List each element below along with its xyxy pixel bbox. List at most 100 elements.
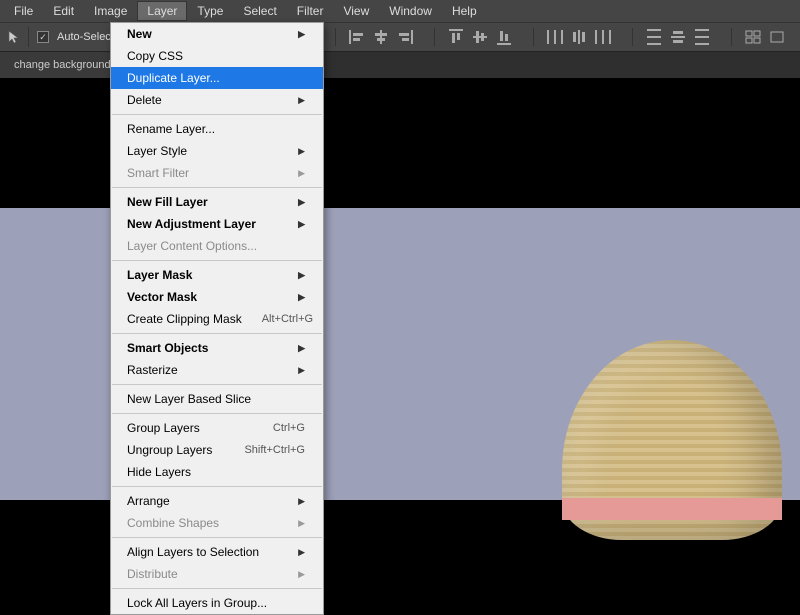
menu-item-label: Distribute — [127, 567, 178, 581]
menu-item-arrange[interactable]: Arrange ▶ — [111, 490, 323, 512]
menu-item-label: Layer Mask — [127, 268, 192, 282]
menu-item-label: Group Layers — [127, 421, 200, 435]
distribute-v-center-icon[interactable] — [669, 28, 687, 46]
auto-select-checkbox[interactable]: ✓ — [37, 31, 49, 43]
separator — [28, 27, 29, 47]
menu-filter[interactable]: Filter — [287, 1, 334, 21]
submenu-arrow-icon: ▶ — [298, 292, 305, 303]
menu-separator — [112, 333, 322, 334]
menu-item-hide-layers[interactable]: Hide Layers — [111, 461, 323, 483]
menu-image[interactable]: Image — [84, 1, 137, 21]
submenu-arrow-icon: ▶ — [298, 95, 305, 106]
submenu-arrow-icon: ▶ — [298, 343, 305, 354]
distribute-h-center-icon[interactable] — [570, 28, 588, 46]
menu-file[interactable]: File — [4, 1, 43, 21]
submenu-arrow-icon: ▶ — [298, 365, 305, 376]
align-left-icon[interactable] — [348, 28, 366, 46]
menu-item-new[interactable]: New▶ — [111, 23, 323, 45]
menu-separator — [112, 114, 322, 115]
auto-select-label: Auto-Select: — [57, 31, 117, 43]
menu-item-new-adjustment-layer[interactable]: New Adjustment Layer ▶ — [111, 213, 323, 235]
submenu-arrow-icon: ▶ — [298, 219, 305, 230]
menu-item-duplicate-layer[interactable]: Duplicate Layer... — [111, 67, 323, 89]
menu-separator — [112, 588, 322, 589]
menu-item-label: Lock All Layers in Group... — [127, 596, 267, 610]
menubar: FileEditImageLayerTypeSelectFilterViewWi… — [0, 0, 800, 22]
menu-item-label: Arrange — [127, 494, 170, 508]
menu-view[interactable]: View — [333, 1, 379, 21]
menu-item-group-layers[interactable]: Group Layers Ctrl+G — [111, 417, 323, 439]
menu-item-label: Combine Shapes — [127, 516, 219, 530]
submenu-arrow-icon: ▶ — [298, 569, 305, 580]
menu-item-label: Hide Layers — [127, 465, 191, 479]
menu-item-label: Ungroup Layers — [127, 443, 212, 457]
menu-item-label: Smart Filter — [127, 166, 189, 180]
menu-separator — [112, 260, 322, 261]
menu-item-vector-mask[interactable]: Vector Mask ▶ — [111, 286, 323, 308]
submenu-arrow-icon: ▶ — [298, 496, 305, 507]
submenu-arrow-icon: ▶ — [298, 197, 305, 208]
menu-separator — [112, 384, 322, 385]
move-tool-icon — [8, 30, 20, 44]
align-center-v-icon[interactable] — [471, 28, 489, 46]
3d-mode-icon[interactable] — [768, 28, 786, 46]
menu-item-label: Create Clipping Mask — [127, 312, 242, 326]
menu-separator — [112, 486, 322, 487]
menu-separator — [112, 537, 322, 538]
menu-item-copy-css[interactable]: Copy CSS — [111, 45, 323, 67]
menu-item-rasterize[interactable]: Rasterize ▶ — [111, 359, 323, 381]
menu-item-lock-all-layers-in-group[interactable]: Lock All Layers in Group... — [111, 592, 323, 614]
document-tab-label: change background c — [14, 59, 119, 71]
menu-item-layer-content-options: Layer Content Options... — [111, 235, 323, 257]
menu-item-layer-mask[interactable]: Layer Mask ▶ — [111, 264, 323, 286]
align-center-h-icon[interactable] — [372, 28, 390, 46]
menu-item-layer-style[interactable]: Layer Style ▶ — [111, 140, 323, 162]
submenu-arrow-icon: ▶ — [298, 518, 305, 529]
menu-separator — [112, 413, 322, 414]
menu-item-shortcut: Shift+Ctrl+G — [244, 444, 305, 456]
menu-item-label: Copy CSS — [127, 49, 183, 63]
menu-item-label: New Layer Based Slice — [127, 392, 251, 406]
menu-item-new-layer-based-slice[interactable]: New Layer Based Slice — [111, 388, 323, 410]
menu-item-label: Layer Style — [127, 144, 187, 158]
menu-layer[interactable]: Layer — [137, 1, 187, 21]
distribute-h-left-icon[interactable] — [546, 28, 564, 46]
menu-edit[interactable]: Edit — [43, 1, 84, 21]
menu-item-shortcut: Ctrl+G — [273, 422, 305, 434]
menu-item-smart-objects[interactable]: Smart Objects▶ — [111, 337, 323, 359]
auto-align-icon[interactable] — [744, 28, 762, 46]
submenu-arrow-icon: ▶ — [298, 146, 305, 157]
menu-type[interactable]: Type — [187, 1, 233, 21]
submenu-arrow-icon: ▶ — [298, 168, 305, 179]
menu-help[interactable]: Help — [442, 1, 487, 21]
menu-item-smart-filter: Smart Filter ▶ — [111, 162, 323, 184]
menu-item-label: New Adjustment Layer — [127, 217, 256, 231]
menu-item-distribute: Distribute ▶ — [111, 563, 323, 585]
menu-item-ungroup-layers[interactable]: Ungroup Layers Shift+Ctrl+G — [111, 439, 323, 461]
hat-image — [562, 340, 782, 540]
menu-item-create-clipping-mask[interactable]: Create Clipping Mask Alt+Ctrl+G — [111, 308, 323, 330]
menu-item-delete[interactable]: Delete ▶ — [111, 89, 323, 111]
align-bottom-icon[interactable] — [495, 28, 513, 46]
menu-item-label: Vector Mask — [127, 290, 197, 304]
menu-item-label: Align Layers to Selection — [127, 545, 259, 559]
menu-item-label: Layer Content Options... — [127, 239, 257, 253]
submenu-arrow-icon: ▶ — [298, 270, 305, 281]
layer-menu-dropdown: New▶Copy CSSDuplicate Layer...Delete▶Ren… — [110, 22, 324, 615]
menu-item-label: Rasterize — [127, 363, 178, 377]
distribute-v-bottom-icon[interactable] — [693, 28, 711, 46]
menu-window[interactable]: Window — [379, 1, 442, 21]
distribute-h-right-icon[interactable] — [594, 28, 612, 46]
align-top-icon[interactable] — [447, 28, 465, 46]
align-right-icon[interactable] — [396, 28, 414, 46]
menu-separator — [112, 187, 322, 188]
menu-item-label: Delete — [127, 93, 162, 107]
menu-select[interactable]: Select — [233, 1, 286, 21]
menu-item-new-fill-layer[interactable]: New Fill Layer▶ — [111, 191, 323, 213]
menu-item-align-layers-to-selection[interactable]: Align Layers to Selection▶ — [111, 541, 323, 563]
menu-item-shortcut: Alt+Ctrl+G — [262, 313, 313, 325]
menu-item-rename-layer[interactable]: Rename Layer... — [111, 118, 323, 140]
menu-item-label: Duplicate Layer... — [127, 71, 220, 85]
distribute-v-top-icon[interactable] — [645, 28, 663, 46]
menu-item-label: New — [127, 27, 152, 41]
